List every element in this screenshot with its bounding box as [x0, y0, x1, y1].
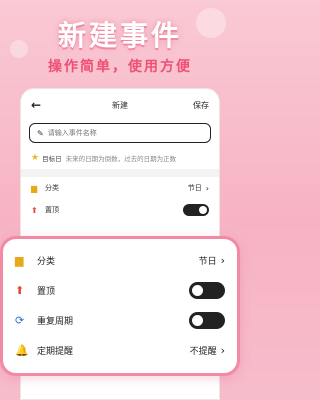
section-divider	[21, 169, 219, 177]
chevron-right-icon: ›	[220, 343, 225, 357]
promo-title: 新建事件	[57, 19, 182, 52]
category-label: 分类	[37, 256, 56, 267]
arrow-up-icon: ⬆	[15, 283, 25, 297]
event-name-input[interactable]	[47, 129, 198, 137]
repeat-label: 重复周期	[37, 316, 74, 327]
repeat-toggle[interactable]	[189, 311, 225, 329]
event-name-field[interactable]: ✎	[29, 123, 211, 143]
settings-zoom-card: ▆ 分类 节日 › ⬆ 置顶 ⟳ 重复周期 🔔 定期提醒 不提醒 ›	[0, 236, 240, 376]
reminder-label: 定期提醒	[37, 346, 74, 357]
app-header: ← 新建 保存	[21, 89, 219, 121]
pin-row: ⬆ 置顶	[21, 199, 219, 221]
pin-label: 置顶	[45, 206, 59, 214]
repeat-icon: ⟳	[15, 313, 25, 327]
page-title: 新建	[112, 100, 128, 110]
back-arrow-icon[interactable]: ←	[31, 98, 47, 112]
pin-toggle[interactable]	[183, 204, 209, 216]
target-date-label: 目标日	[42, 155, 62, 163]
target-date-hint: 未来的日期为倒数，过去的日期为正数	[65, 155, 177, 163]
folder-icon: ▆	[15, 253, 24, 267]
folder-icon: ▆	[31, 183, 38, 193]
save-button[interactable]: 保存	[193, 100, 209, 111]
category-row[interactable]: ▆ 分类 节日 ›	[15, 245, 225, 275]
target-date-row[interactable]: ★ 目标日 未来的日期为倒数，过去的日期为正数	[21, 147, 219, 169]
pin-row: ⬆ 置顶	[15, 275, 225, 305]
pin-label: 置顶	[37, 286, 56, 297]
promo-subtitle: 操作简单，使用方便	[48, 59, 192, 75]
reminder-row[interactable]: 🔔 定期提醒 不提醒 ›	[15, 335, 225, 365]
category-label: 分类	[45, 184, 59, 192]
bell-icon: 🔔	[15, 343, 29, 357]
pin-toggle[interactable]	[189, 281, 225, 299]
arrow-up-icon: ⬆	[31, 205, 38, 215]
reminder-value: 不提醒	[189, 346, 217, 357]
star-icon: ★	[31, 153, 40, 163]
pencil-icon: ✎	[37, 128, 44, 138]
category-row[interactable]: ▆ 分类 节日 ›	[21, 177, 219, 199]
repeat-row: ⟳ 重复周期	[15, 305, 225, 335]
chevron-right-icon: ›	[205, 183, 209, 193]
category-value: 节日	[187, 184, 202, 192]
chevron-right-icon: ›	[220, 253, 225, 267]
category-value: 节日	[198, 256, 217, 267]
